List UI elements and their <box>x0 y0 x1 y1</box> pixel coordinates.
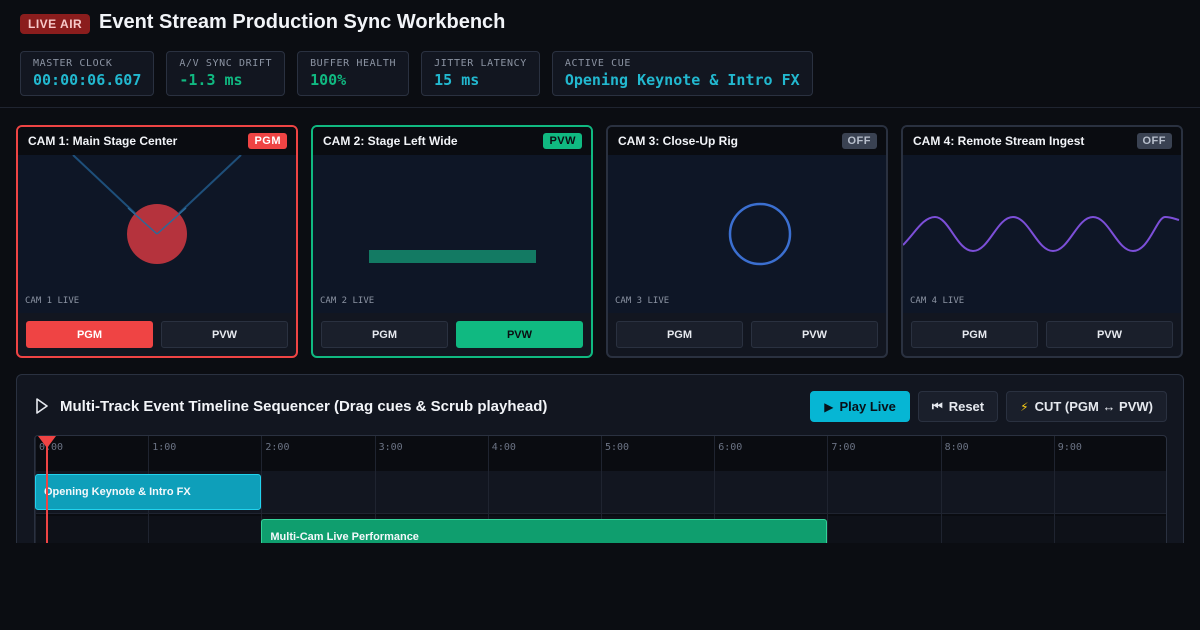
stats-bar: MASTER CLOCK 00:00:06.607 A/V SYNC DRIFT… <box>20 51 813 96</box>
stat-value: 100% <box>310 71 347 89</box>
timeline-tick-label: 5:00 <box>605 442 630 453</box>
timeline-tick-label: 7:00 <box>831 442 856 453</box>
camera-buttons: PGM PVW <box>903 313 1181 356</box>
stat-active-cue: ACTIVE CUE Opening Keynote & Intro FX <box>551 51 813 96</box>
timeline-tick: 9:00 <box>1053 436 1082 543</box>
camera-feed[interactable]: CAM 1 LIVE <box>18 155 296 313</box>
camera-buttons: PGM PVW <box>313 313 591 356</box>
camera-header: CAM 3: Close-Up Rig OFF <box>608 127 886 155</box>
play-icon: ▶ <box>824 399 834 414</box>
camera-title: CAM 2: Stage Left Wide <box>323 134 458 148</box>
pvw-button[interactable]: PVW <box>751 321 878 348</box>
camera-header: CAM 1: Main Stage Center PGM <box>18 127 296 155</box>
timeline-tick: 8:00 <box>940 436 969 543</box>
play-outline-icon <box>36 398 48 414</box>
stat-master-clock: MASTER CLOCK 00:00:06.607 <box>20 51 155 96</box>
camera-live-label: CAM 3 LIVE <box>615 296 670 306</box>
timeline-tick-label: 6:00 <box>718 442 743 453</box>
timeline-tick-label: 2:00 <box>265 442 290 453</box>
stat-label: ACTIVE CUE <box>564 58 632 69</box>
camera-feed-graphic <box>728 202 792 266</box>
skip-back-icon: ⏮ <box>931 399 943 413</box>
camera-buttons: PGM PVW <box>608 313 886 356</box>
timeline-tick-label: 8:00 <box>944 442 969 453</box>
camera-title: CAM 1: Main Stage Center <box>28 134 178 148</box>
camera-card-1[interactable]: CAM 1: Main Stage Center PGM CAM 1 LIVE … <box>16 125 298 358</box>
timeline-cue[interactable]: Multi-Cam Live Performance <box>261 519 828 543</box>
camera-card-3[interactable]: CAM 3: Close-Up Rig OFF CAM 3 LIVE PGM P… <box>606 125 888 358</box>
camera-header: CAM 2: Stage Left Wide PVW <box>313 127 591 155</box>
pvw-button[interactable]: PVW <box>161 321 288 348</box>
timeline-tick-label: 1:00 <box>152 442 177 453</box>
camera-feed-graphic <box>903 215 1180 253</box>
stat-jitter-latency: JITTER LATENCY 15 ms <box>421 51 540 96</box>
stat-value: Opening Keynote & Intro FX <box>564 71 800 89</box>
cut-label: CUT (PGM ↔ PVW) <box>1034 399 1153 414</box>
reset-label: Reset <box>948 399 985 414</box>
camera-state-badge: OFF <box>841 133 877 149</box>
cut-button[interactable]: ⚡ CUT (PGM ↔ PVW) <box>1006 391 1167 422</box>
camera-feed[interactable]: CAM 2 LIVE <box>313 155 591 313</box>
stat-av-sync-drift: A/V SYNC DRIFT -1.3 ms <box>166 51 286 96</box>
stat-value: 00:00:06.607 <box>33 71 142 89</box>
sequencer-title: Multi-Track Event Timeline Sequencer (Dr… <box>60 398 548 415</box>
camera-live-label: CAM 4 LIVE <box>910 296 965 306</box>
pgm-button[interactable]: PGM <box>616 321 743 348</box>
camera-buttons: PGM PVW <box>18 313 296 356</box>
timeline-tick-label: 3:00 <box>378 442 403 453</box>
camera-feed-graphic <box>369 250 536 263</box>
stat-value: -1.3 ms <box>179 71 243 89</box>
pvw-button[interactable]: PVW <box>1046 321 1173 348</box>
playhead-handle[interactable] <box>38 436 57 448</box>
camera-card-4[interactable]: CAM 4: Remote Stream Ingest OFF CAM 4 LI… <box>901 125 1183 358</box>
play-live-label: Play Live <box>839 399 896 414</box>
pgm-button[interactable]: PGM <box>911 321 1038 348</box>
timeline-tick-label: 9:00 <box>1057 442 1082 453</box>
playhead[interactable] <box>46 436 49 543</box>
pgm-button[interactable]: PGM <box>26 321 153 348</box>
stat-buffer-health: BUFFER HEALTH 100% <box>297 51 410 96</box>
camera-feed[interactable]: CAM 3 LIVE <box>608 155 886 313</box>
stat-label: MASTER CLOCK <box>33 58 113 69</box>
pvw-button[interactable]: PVW <box>456 321 583 348</box>
stat-label: A/V SYNC DRIFT <box>179 58 273 69</box>
app-title: Event Stream Production Sync Workbench <box>99 11 506 33</box>
play-live-button[interactable]: ▶ Play Live <box>810 391 910 422</box>
camera-title: CAM 3: Close-Up Rig <box>618 134 738 148</box>
sequencer-toolbar: ▶ Play Live ⏮ Reset ⚡ CUT (PGM ↔ PVW) <box>810 391 1167 422</box>
timeline-sequencer: Multi-Track Event Timeline Sequencer (Dr… <box>16 374 1184 543</box>
timeline-tick: 7:00 <box>827 436 855 543</box>
reset-button[interactable]: ⏮ Reset <box>917 391 999 422</box>
pgm-button[interactable]: PGM <box>321 321 448 348</box>
header: LIVE AIR Event Stream Production Sync Wo… <box>0 0 1200 108</box>
timeline-track-area[interactable]: 0:00 1:00 2:00 3:00 4:00 5:00 6:00 7:00 8:00 9:00… <box>34 435 1167 543</box>
camera-live-label: CAM 1 LIVE <box>25 296 80 306</box>
camera-state-badge: PGM <box>248 133 287 149</box>
stat-label: JITTER LATENCY <box>434 58 527 69</box>
camera-state-badge: OFF <box>1136 133 1172 149</box>
timeline-tick-label: 4:00 <box>491 442 516 453</box>
camera-grid: CAM 1: Main Stage Center PGM CAM 1 LIVE … <box>16 125 1183 358</box>
camera-state-badge: PVW <box>543 133 582 149</box>
timeline-cue[interactable]: Opening Keynote & Intro FX <box>35 474 262 510</box>
camera-feed[interactable]: CAM 4 LIVE <box>903 155 1181 313</box>
stat-value: 15 ms <box>434 71 480 89</box>
camera-title: CAM 4: Remote Stream Ingest <box>913 134 1085 148</box>
camera-header: CAM 4: Remote Stream Ingest OFF <box>903 127 1181 155</box>
camera-feed-graphic <box>72 155 242 264</box>
camera-card-2[interactable]: CAM 2: Stage Left Wide PVW CAM 2 LIVE PG… <box>311 125 593 358</box>
camera-live-label: CAM 2 LIVE <box>320 296 375 306</box>
lightning-icon: ⚡ <box>1020 399 1029 414</box>
live-air-badge: LIVE AIR <box>20 14 91 34</box>
stat-label: BUFFER HEALTH <box>310 58 397 69</box>
